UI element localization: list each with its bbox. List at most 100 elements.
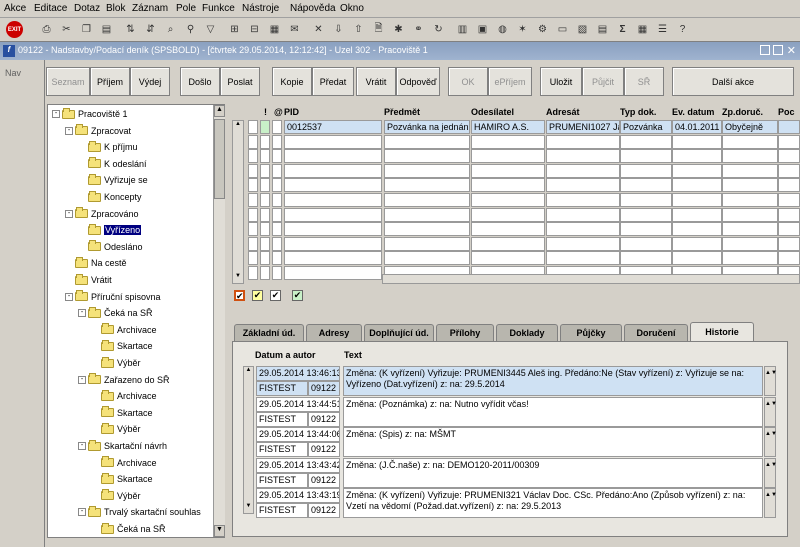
grid-flag-cell[interactable]	[272, 251, 282, 266]
export-icon[interactable]: ⇧	[350, 21, 367, 38]
tree-node[interactable]: Archivace	[91, 323, 157, 337]
tab-4[interactable]: Doklady	[496, 324, 558, 341]
tree-node[interactable]: K příjmu	[78, 140, 138, 154]
collapse-icon[interactable]: -	[65, 209, 73, 218]
grid-flag-cell[interactable]	[248, 251, 258, 266]
grid-flag-cell[interactable]	[272, 236, 282, 251]
grid-cell[interactable]	[546, 193, 620, 207]
grid-cell[interactable]	[672, 178, 722, 193]
grid-cell[interactable]	[620, 134, 672, 149]
col-header-pid[interactable]: PID	[284, 107, 299, 117]
paste-icon[interactable]: ▤	[98, 21, 115, 38]
grid-flag-cell[interactable]	[260, 236, 270, 251]
tree-node[interactable]: Výběr	[91, 489, 141, 503]
settings-icon[interactable]: ⚙	[534, 21, 551, 38]
grid-cell[interactable]	[620, 178, 672, 193]
grid-cell[interactable]	[471, 178, 545, 193]
grid-flag-cell[interactable]	[260, 149, 270, 164]
col-header-predmet[interactable]: Předmět	[384, 107, 420, 117]
grid-flag-cell[interactable]	[272, 266, 282, 280]
grid-cell[interactable]	[546, 236, 620, 251]
tree-scroll-thumb[interactable]	[214, 119, 225, 199]
grid-cell[interactable]	[284, 163, 382, 178]
history-date[interactable]: 29.05.2014 13:46:13	[256, 366, 340, 381]
grid-flag-cell[interactable]	[248, 193, 258, 207]
globe-icon[interactable]: ◍	[494, 21, 511, 38]
tab-6[interactable]: Doručení	[624, 324, 688, 341]
history-date[interactable]: 29.05.2014 13:44:51	[256, 396, 340, 412]
tab-2[interactable]: Doplňující úd.	[364, 324, 434, 341]
checkbox-green[interactable]: ✔	[292, 290, 303, 301]
grid-flag-cell[interactable]	[272, 149, 282, 164]
history-code[interactable]: 09122	[308, 503, 340, 519]
save-icon[interactable]: ▣	[474, 21, 491, 38]
col-header-typ-dok[interactable]: Typ dok.	[620, 107, 656, 117]
history-date[interactable]: 29.05.2014 13:43:19	[256, 488, 340, 504]
menu-editace[interactable]: Editace	[34, 3, 67, 14]
grid-cell[interactable]	[546, 134, 620, 149]
filter-icon[interactable]: ▽	[202, 21, 219, 38]
tree-node[interactable]: - Trvalý skartační souhlas	[78, 505, 201, 519]
history-text-scrollbar[interactable]: ▲▼	[764, 457, 777, 488]
collapse-icon[interactable]: -	[52, 110, 60, 118]
history-text[interactable]: Změna: (K vyřízení) Vyřizuje: PRUMENI344…	[343, 366, 763, 396]
grid-cell[interactable]	[620, 163, 672, 178]
grid-flag-cell[interactable]	[260, 193, 270, 207]
collapse-icon[interactable]: -	[78, 375, 86, 384]
grid-cell[interactable]	[722, 149, 778, 164]
help-icon[interactable]: ?	[674, 21, 691, 38]
grid-cell[interactable]	[722, 251, 778, 266]
grid-icon[interactable]: ▦	[634, 21, 651, 38]
grid-cell[interactable]	[471, 193, 545, 207]
tools-icon[interactable]: ✕	[310, 21, 327, 38]
insert-record-icon[interactable]: ⊞	[226, 21, 243, 38]
grid-cell[interactable]	[284, 178, 382, 193]
grid-cell[interactable]	[471, 207, 545, 222]
history-scrollbar[interactable]: ▲ ▼	[243, 366, 254, 514]
grid-flag-cell[interactable]	[248, 149, 258, 164]
list-icon[interactable]: ☰	[654, 21, 671, 38]
tab-3[interactable]: Přílohy	[436, 324, 494, 341]
checkbox-red[interactable]: ✔	[234, 290, 245, 301]
sr-button[interactable]: SŘ	[624, 67, 664, 96]
tree-node[interactable]: Vyřizuje se	[78, 173, 148, 187]
tree-scrollbar[interactable]: ▲ ▼	[213, 105, 225, 537]
grid-cell[interactable]	[384, 222, 470, 237]
grid-cell[interactable]: Obyčejně	[722, 120, 778, 134]
history-user[interactable]: FISTEST	[256, 381, 308, 396]
grid-cell[interactable]: 04.01.2011	[672, 120, 722, 134]
history-user[interactable]: FISTEST	[256, 411, 308, 427]
checkbox-yellow[interactable]: ✔	[252, 290, 263, 301]
grid-cell[interactable]: Pozvánka	[620, 120, 672, 134]
grid-cell[interactable]	[471, 134, 545, 149]
grid-flag-cell[interactable]	[260, 120, 270, 134]
grid-cell[interactable]	[722, 222, 778, 237]
prijem-button[interactable]: Příjem	[90, 67, 130, 96]
col-header-attachment[interactable]: @	[274, 107, 283, 117]
grid-cell[interactable]	[620, 207, 672, 222]
grid-cell[interactable]	[284, 251, 382, 266]
tree-node[interactable]: Odesláno	[78, 240, 143, 254]
grid-cell[interactable]	[672, 236, 722, 251]
grid-cell[interactable]	[778, 207, 800, 222]
grid-flag-cell[interactable]	[260, 163, 270, 178]
doslo-button[interactable]: Došlo	[180, 67, 220, 96]
grid-cell[interactable]	[284, 222, 382, 237]
history-text[interactable]: Změna: (J.Č.naše) z: na: DEMO120-2011/00…	[343, 457, 763, 488]
sum-icon[interactable]: Σ	[614, 21, 631, 38]
collapse-icon[interactable]: -	[65, 292, 73, 301]
grid-cell[interactable]	[620, 193, 672, 207]
grid-cell[interactable]	[384, 236, 470, 251]
history-code[interactable]: 09122	[308, 411, 340, 427]
grid-cell[interactable]	[384, 251, 470, 266]
tree-node[interactable]: - Zpracovat	[65, 124, 131, 138]
delete-record-icon[interactable]: ⊟	[246, 21, 263, 38]
collapse-icon[interactable]: -	[78, 508, 86, 517]
grid-flag-cell[interactable]	[248, 163, 258, 178]
grid-cell[interactable]	[546, 251, 620, 266]
grid-cell[interactable]	[471, 251, 545, 266]
vratit-button[interactable]: Vrátit	[356, 67, 396, 96]
grid-cell[interactable]	[384, 134, 470, 149]
grid-cell[interactable]	[778, 222, 800, 237]
menu-akce[interactable]: Akce	[4, 3, 26, 14]
